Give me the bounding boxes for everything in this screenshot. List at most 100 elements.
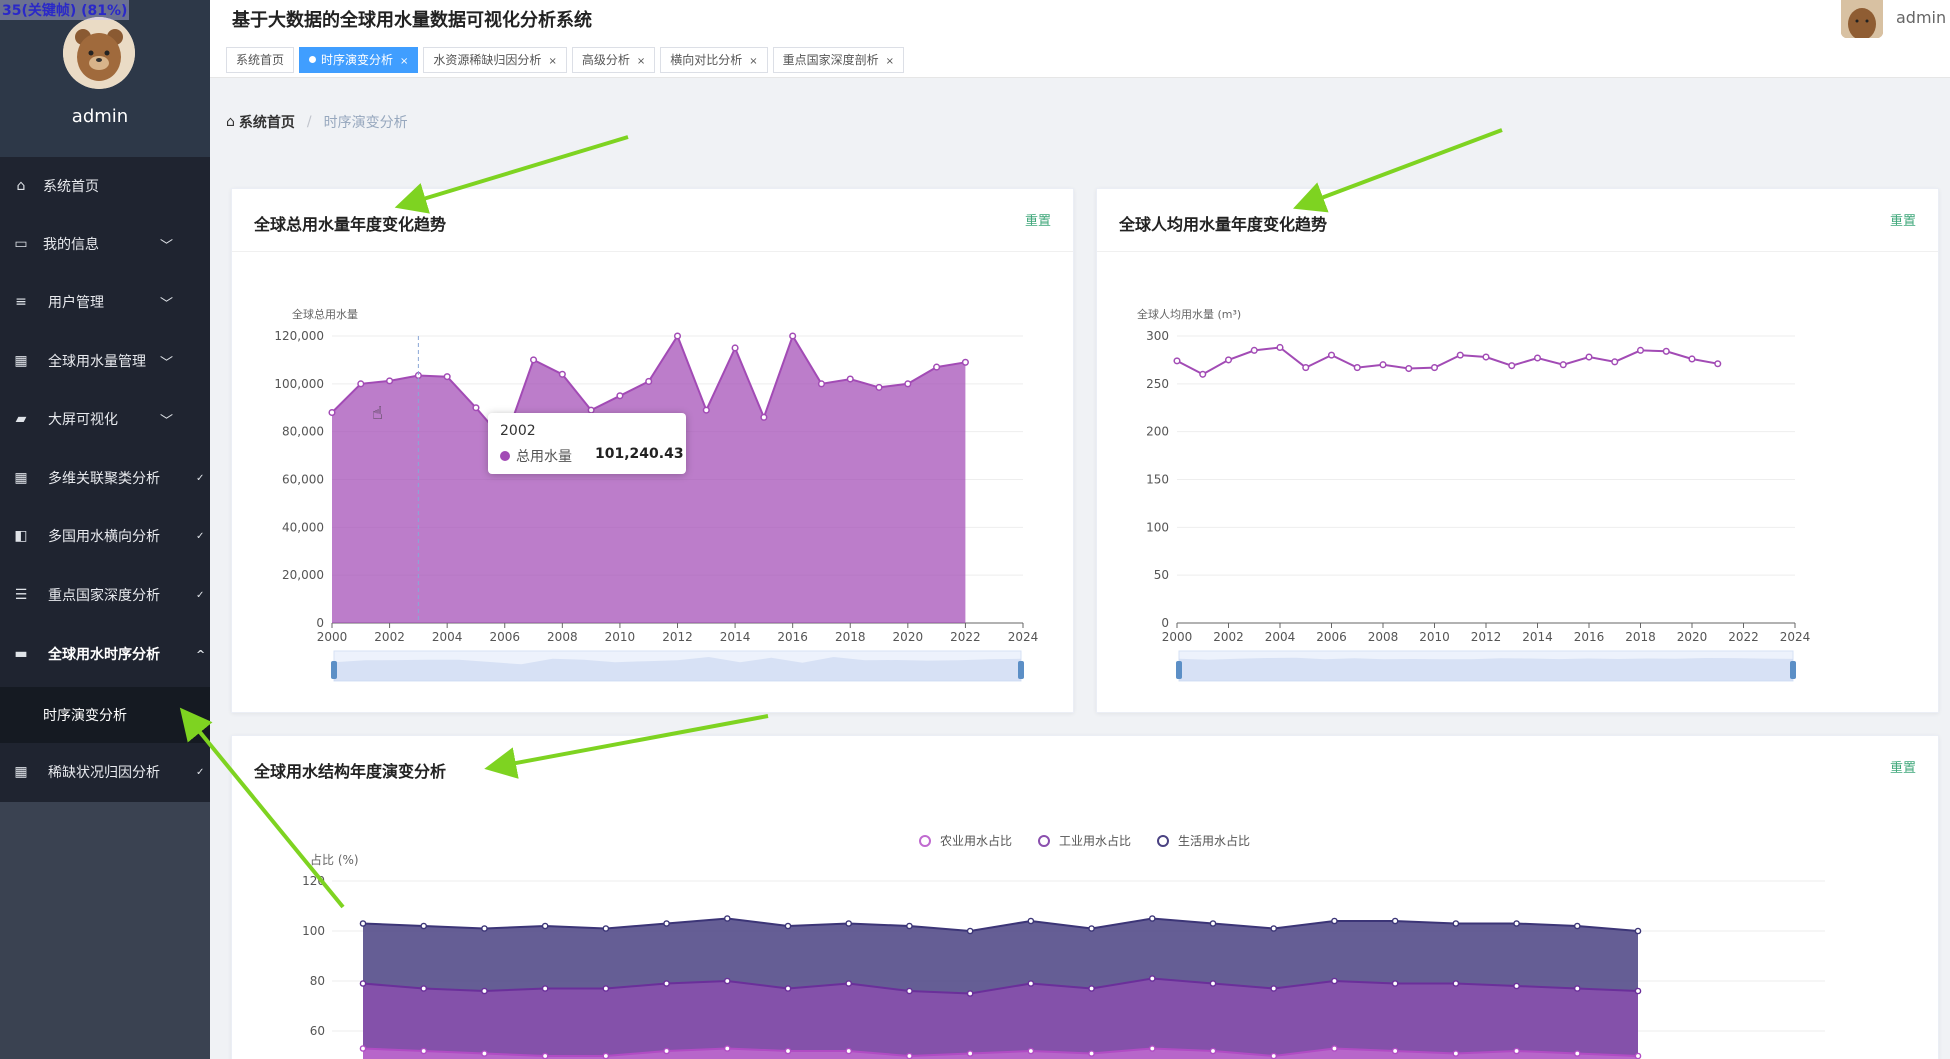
menu-item-bigscreen[interactable]: ▰ 大屏可视化 ﹀ (0, 390, 210, 448)
menu-item-label: 稀缺状况归因分析 (48, 765, 160, 781)
sidebar-username: admin (71, 106, 129, 127)
data-point (1027, 980, 1035, 987)
tab-label: 横向对比分析 (670, 53, 743, 67)
x-tick-label: 2020 (893, 630, 924, 644)
data-point (1559, 361, 1567, 369)
menu-item-home[interactable]: ⌂ 系统首页 (0, 157, 210, 215)
close-icon[interactable]: × (548, 56, 556, 67)
tab-cross[interactable]: 横向对比分析 × (660, 47, 768, 73)
legend-marker-icon (1033, 834, 1055, 847)
tab-advanced[interactable]: 高级分析 × (571, 47, 656, 73)
menu-item-key-country[interactable]: ☰ 重点国家深度分析 ✓ (0, 566, 210, 624)
data-point (1331, 977, 1338, 985)
data-point (472, 404, 480, 412)
close-icon[interactable]: × (400, 56, 408, 67)
data-point (529, 356, 538, 364)
y-tick-label: 100 (302, 924, 325, 938)
data-point (1513, 982, 1520, 990)
y-tick-label: 0 (316, 616, 324, 630)
datazoom-preview (1179, 657, 1793, 681)
data-point (1327, 351, 1336, 359)
data-point (1634, 927, 1642, 935)
y-axis-label: 占比 (%) (310, 852, 359, 867)
menu-item-timeseries[interactable]: ▬ 全球用水时序分析 ^ (0, 625, 210, 683)
id-card-icon: ▭ (14, 236, 28, 252)
data-point (1391, 917, 1399, 925)
breadcrumb-home[interactable]: 系统首页 (239, 112, 295, 132)
active-dot-icon (309, 56, 317, 63)
menu-item-label: 全球用水时序分析 (48, 647, 160, 663)
menu-item-water-mgmt[interactable]: ▦ 全球用水量管理 ﹀ (0, 332, 210, 390)
data-point (1148, 1045, 1156, 1052)
data-point (1088, 1050, 1095, 1057)
y-tick-label: 100 (1146, 520, 1169, 534)
chart-tooltip: 2002 总用水量 101,240.43 (488, 413, 686, 474)
tab-scarcity[interactable]: 水资源稀缺归因分析 × (423, 47, 567, 73)
x-tick-label: 2018 (1625, 630, 1656, 644)
data-point (1482, 353, 1490, 361)
x-tick-label: 2010 (1419, 630, 1450, 644)
data-point (1250, 346, 1258, 354)
data-point (558, 370, 566, 378)
legend-item-domestic[interactable]: 生活用水占比 (1152, 832, 1250, 849)
data-point (875, 383, 883, 391)
tab-timeseries[interactable]: 时序演变分析 × (299, 47, 419, 73)
data-point (1209, 920, 1217, 927)
data-point (1088, 985, 1095, 992)
submenu-item-timeseries-evolution[interactable]: 时序演变分析 (0, 687, 210, 743)
data-point (1513, 920, 1520, 927)
data-point (541, 985, 549, 992)
header-username[interactable]: admin (1896, 8, 1946, 27)
data-point (789, 332, 797, 340)
data-point (1405, 364, 1413, 373)
datazoom-handle-right (1790, 661, 1796, 679)
legend-label: 农业用水占比 (940, 834, 1013, 848)
data-point (1353, 364, 1361, 372)
menu-item-cluster[interactable]: ▦ 多维关联聚类分析 ✓ (0, 449, 210, 507)
legend-marker-icon (914, 834, 936, 847)
tab-label: 水资源稀缺归因分析 (433, 53, 542, 67)
close-icon[interactable]: × (637, 56, 645, 67)
data-point (359, 1045, 367, 1052)
data-point (1688, 355, 1696, 363)
sliders-icon: ☰ (14, 587, 28, 603)
data-point (966, 990, 974, 997)
series-dot-icon (500, 451, 510, 461)
menu-item-my-info[interactable]: ▭ 我的信息 ﹀ (0, 215, 210, 273)
tab-key-country[interactable]: 重点国家深度剖析 × (772, 47, 905, 73)
data-point (359, 980, 367, 987)
menu-item-scarcity[interactable]: ▦ 稀缺状况归因分析 ✓ (0, 743, 210, 801)
header-avatar[interactable] (1841, 0, 1883, 38)
x-tick-label: 2020 (1677, 630, 1708, 644)
legend-label: 生活用水占比 (1178, 834, 1251, 848)
legend-item-agri[interactable]: 农业用水占比 (914, 832, 1012, 849)
data-point (784, 1047, 792, 1055)
y-tick-label: 250 (1146, 377, 1169, 391)
app-title: 基于大数据的全球用水量数据可视化分析系统 (232, 10, 592, 31)
tab-home[interactable]: 系统首页 (226, 47, 295, 73)
menu-item-cross-country[interactable]: ◧ 多国用水横向分析 ✓ (0, 507, 210, 565)
x-tick-label: 2014 (720, 630, 751, 644)
user-avatar[interactable] (63, 17, 135, 89)
x-tick-label: 2008 (547, 630, 578, 644)
chart-card-percapita: 全球人均用水量年度变化趋势 重置 全球人均用水量 (m³) 0 50 100 150 20… (1096, 188, 1939, 713)
y-tick-label: 50 (1154, 568, 1169, 582)
data-point (1379, 361, 1387, 369)
percapita-water-chart[interactable]: 全球人均用水量 (m³) 0 50 100 150 200 250 300 2000 2002 20… (1097, 189, 1940, 714)
data-point (1573, 985, 1581, 992)
data-point (1714, 360, 1722, 368)
data-point (663, 980, 670, 987)
wallet-icon: ◧ (14, 528, 28, 544)
data-point (541, 1052, 549, 1059)
x-tick-label: 2006 (489, 630, 520, 644)
data-point (357, 380, 365, 388)
legend-item-industry[interactable]: 工业用水占比 (1033, 832, 1131, 849)
close-icon[interactable]: × (886, 56, 894, 67)
structure-chart[interactable]: 占比 (%) 60 80 100 120 (232, 736, 1940, 1059)
chart-card-structure: 全球用水结构年度演变分析 重置 占比 (%) 60 80 100 120 (231, 735, 1939, 1059)
data-point (845, 980, 853, 987)
data-point (906, 987, 913, 995)
home-icon: ⌂ (16, 178, 26, 194)
menu-item-user-mgmt[interactable]: ≡ 用户管理 ﹀ (0, 273, 210, 331)
close-icon[interactable]: × (749, 56, 757, 67)
